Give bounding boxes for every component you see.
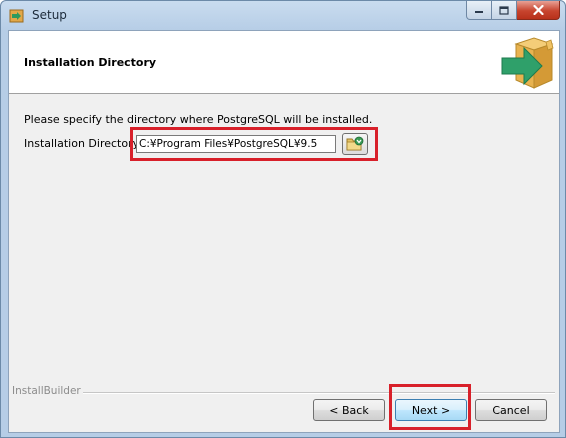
footer-divider bbox=[83, 392, 555, 394]
close-icon bbox=[532, 5, 544, 15]
title-bar[interactable]: Setup bbox=[1, 1, 565, 30]
installbuilder-label: InstallBuilder bbox=[12, 385, 81, 397]
app-icon bbox=[9, 9, 24, 23]
next-highlight-box bbox=[389, 384, 471, 430]
maximize-button[interactable] bbox=[492, 1, 517, 20]
directory-highlight-box bbox=[130, 127, 378, 161]
page-title: Installation Directory bbox=[24, 56, 157, 69]
back-button[interactable]: < Back bbox=[313, 399, 385, 421]
maximize-icon bbox=[499, 5, 509, 15]
box-arrow-logo bbox=[501, 37, 554, 89]
caption-buttons bbox=[466, 1, 560, 21]
close-button[interactable] bbox=[517, 1, 560, 20]
window-title: Setup bbox=[32, 8, 67, 22]
setup-window: Setup Installation Directory Please spec… bbox=[0, 0, 566, 438]
cancel-button[interactable]: Cancel bbox=[475, 399, 547, 421]
instruction-text: Please specify the directory where Postg… bbox=[24, 113, 373, 126]
wizard-header: Installation Directory bbox=[9, 31, 559, 94]
minimize-button[interactable] bbox=[466, 1, 492, 20]
wizard-client-area: Installation Directory Please specify th… bbox=[8, 30, 560, 433]
minimize-icon bbox=[475, 11, 483, 13]
installation-directory-label: Installation Directory bbox=[24, 137, 140, 150]
